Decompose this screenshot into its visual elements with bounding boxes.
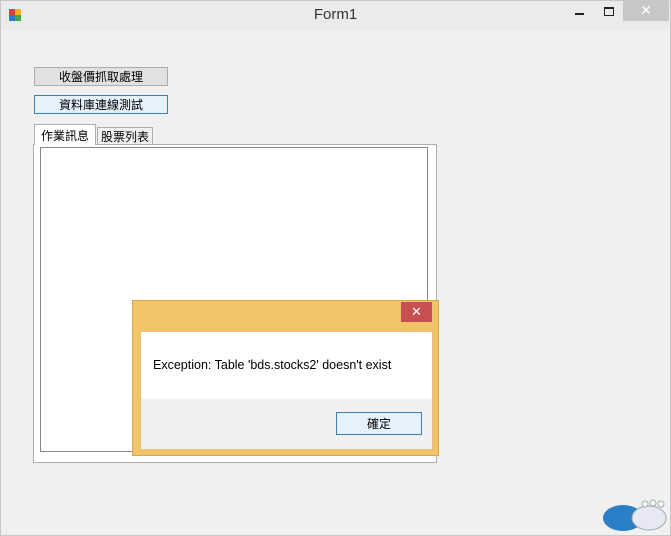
dialog-close-button[interactable]: ✕ [401,302,432,322]
error-dialog: ✕ Exception: Table 'bds.stocks2' doesn't… [132,300,439,456]
tab-operation-log[interactable]: 作業訊息 [34,124,96,145]
maximize-button[interactable] [594,1,624,21]
db-connection-test-button[interactable]: 資料庫連線測試 [34,95,168,114]
minimize-button[interactable] [564,1,594,21]
maximize-icon [604,6,614,16]
dialog-footer: 確定 [141,399,432,449]
close-icon: ✕ [411,304,422,320]
dialog-body: Exception: Table 'bds.stocks2' doesn't e… [140,331,433,450]
ithome-watermark-logo [603,499,667,531]
minimize-icon [574,13,584,15]
main-window: Form1 ✕ 收盤價抓取處理 資料庫連線測試 作業訊息 股票列表 ✕ Exce… [0,0,671,536]
harvest-close-price-button[interactable]: 收盤價抓取處理 [34,67,168,86]
tab-stock-list[interactable]: 股票列表 [97,127,153,144]
title-bar[interactable]: Form1 ✕ [1,1,670,30]
close-icon: ✕ [640,3,652,19]
ok-button[interactable]: 確定 [336,412,422,435]
close-button[interactable]: ✕ [623,1,669,21]
dialog-message: Exception: Table 'bds.stocks2' doesn't e… [153,358,392,372]
